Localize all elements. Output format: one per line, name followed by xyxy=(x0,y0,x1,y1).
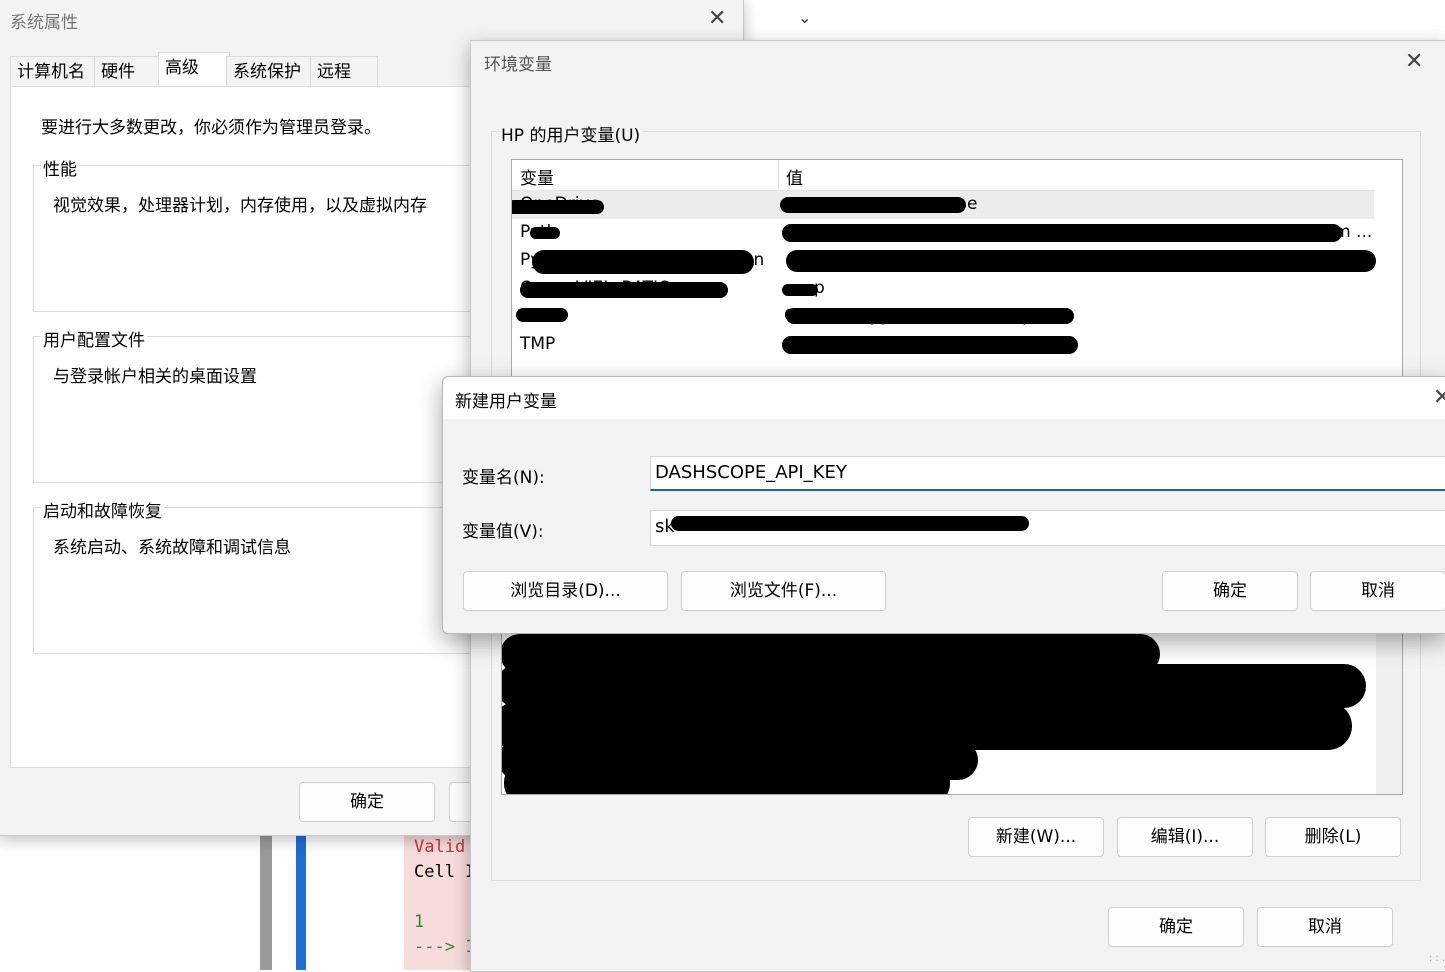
startup-recovery-text: 系统启动、系统故障和调试信息 xyxy=(53,538,291,558)
ok-button[interactable]: 确定 xyxy=(299,782,435,822)
variable-name-input[interactable]: DASHSCOPE_API_KEY xyxy=(650,456,1445,491)
code-line: 1 xyxy=(414,912,425,932)
editor-gutter xyxy=(260,835,272,970)
tab-hardware[interactable]: 硬件 xyxy=(94,56,166,87)
chevron-down-icon[interactable]: ⌄ xyxy=(798,8,811,27)
performance-title: 性能 xyxy=(41,155,79,180)
tab-computer-name[interactable]: 计算机名 xyxy=(10,56,102,87)
admin-note: 要进行大多数更改，你必须作为管理员登录。 xyxy=(41,118,381,138)
browse-file-button[interactable]: 浏览文件(F)... xyxy=(681,571,886,611)
user-variables-title: HP 的用户变量(U) xyxy=(499,121,643,146)
cancel-button[interactable]: 取消 xyxy=(1257,907,1393,947)
window-title: 环境变量 xyxy=(484,55,552,75)
column-value-header[interactable]: 值 xyxy=(786,164,803,189)
redaction-mark xyxy=(782,224,1342,242)
list-header: 变量 值 xyxy=(512,160,1374,191)
close-icon[interactable]: ✕ xyxy=(1433,387,1445,409)
editor-change-bar xyxy=(296,835,306,970)
browse-directory-button[interactable]: 浏览目录(D)... xyxy=(463,571,668,611)
close-icon[interactable]: ✕ xyxy=(1405,51,1423,73)
redaction-mark xyxy=(671,516,1029,531)
code-line: ---> 1 xyxy=(414,937,476,957)
performance-text: 视觉效果，处理器计划，内存使用，以及虚拟内存 xyxy=(53,196,427,216)
user-profiles-title: 用户配置文件 xyxy=(41,326,147,351)
resize-grip-icon[interactable]: . .. . . xyxy=(1429,950,1445,964)
redaction-mark xyxy=(786,308,1074,324)
startup-recovery-title: 启动和故障恢复 xyxy=(41,497,164,522)
redaction-mark xyxy=(520,282,728,298)
new-button[interactable]: 新建(W)... xyxy=(968,817,1104,857)
row-name: TMP xyxy=(520,334,556,354)
user-profiles-text: 与登录帐户相关的桌面设置 xyxy=(53,367,257,387)
user-variables-list[interactable]: 变量 值 OneDrive e Path ...pps;D:\Program .… xyxy=(511,159,1403,379)
redaction-mark xyxy=(516,308,568,322)
redaction-mark xyxy=(782,336,1078,354)
edit-button[interactable]: 编辑(I)... xyxy=(1117,817,1253,857)
background-window xyxy=(743,0,1445,40)
redaction-mark xyxy=(512,200,604,214)
window-title: 系统属性 xyxy=(10,13,78,33)
ok-button[interactable]: 确定 xyxy=(1162,571,1298,611)
ok-button[interactable]: 确定 xyxy=(1108,907,1244,947)
redaction-mark xyxy=(780,197,966,213)
variable-name-label: 变量名(N): xyxy=(462,468,545,488)
tab-system-protection[interactable]: 系统保护 xyxy=(226,56,318,87)
editor-code-output: Valid Cell I 1 ---> 1 xyxy=(404,835,476,970)
close-icon[interactable]: ✕ xyxy=(708,8,726,30)
tab-advanced[interactable]: 高级 xyxy=(158,52,230,87)
redaction-mark xyxy=(504,762,950,794)
row-value: p xyxy=(814,278,825,298)
code-line: Valid xyxy=(414,837,466,857)
row-value: e xyxy=(967,194,978,214)
redaction-mark xyxy=(532,250,754,274)
tab-remote[interactable]: 远程 xyxy=(310,56,378,87)
delete-button[interactable]: 删除(L) xyxy=(1265,817,1401,857)
redaction-mark xyxy=(530,227,560,239)
code-line: Cell I xyxy=(414,862,476,882)
variable-value-label: 变量值(V): xyxy=(462,522,544,542)
column-name-header[interactable]: 变量 xyxy=(520,164,554,189)
redaction-mark xyxy=(786,250,1376,272)
dialog-title: 新建用户变量 xyxy=(455,392,557,412)
dialog-titlebar xyxy=(443,377,1445,419)
redaction-mark xyxy=(782,284,818,296)
new-user-variable-dialog: 新建用户变量 ✕ 变量名(N): DASHSCOPE_API_KEY 变量值(V… xyxy=(442,376,1445,634)
cancel-button[interactable]: 取消 xyxy=(1310,571,1445,611)
